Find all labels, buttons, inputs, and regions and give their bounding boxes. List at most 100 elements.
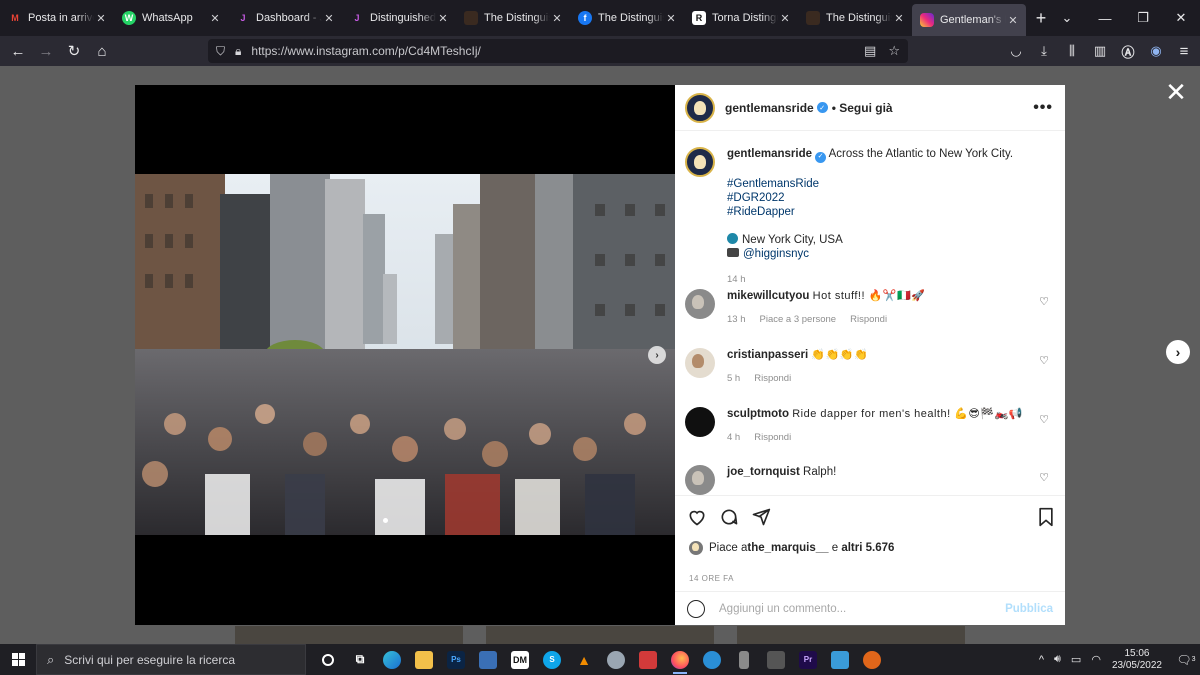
tab-distinguished-ge[interactable]: J Distinguished Ge ✕ (342, 0, 456, 36)
edge-icon[interactable] (376, 644, 408, 675)
close-tab-icon[interactable]: ✕ (664, 12, 678, 25)
tab-facebook[interactable]: f The Distinguishe ✕ (570, 0, 684, 36)
reply-button[interactable]: Rispondi (850, 314, 887, 325)
lock-icon[interactable]: 🔒︎ (235, 44, 241, 59)
avatar[interactable] (685, 289, 715, 319)
caption-username[interactable]: gentlemansride (727, 148, 812, 160)
close-tab-icon[interactable]: ✕ (94, 12, 108, 25)
hashtag-link[interactable]: #DGR2022 (727, 191, 1047, 205)
comment-username[interactable]: joe_tornquist (727, 466, 800, 478)
library-icon[interactable]: ⫼ (1058, 37, 1086, 65)
url-bar[interactable]: ⛉ 🔒︎ https://www.instagram.com/p/Cd4MTes… (208, 39, 908, 63)
sidebar-icon[interactable]: ▥ (1086, 37, 1114, 65)
battery-icon[interactable]: ▭ (1071, 653, 1081, 666)
close-tab-icon[interactable]: ✕ (550, 12, 564, 25)
dm-app-icon[interactable]: DM (504, 644, 536, 675)
pocket-icon[interactable]: ◡ (1002, 37, 1030, 65)
taskbar-search[interactable]: ⌕ Scrivi qui per eseguire la ricerca (36, 644, 306, 675)
comments-area[interactable]: gentlemansride ✓ Across the Atlantic to N… (675, 131, 1065, 495)
comment-bubble-icon[interactable] (719, 507, 739, 527)
close-tab-icon[interactable]: ✕ (1006, 14, 1020, 27)
app-icon[interactable] (760, 644, 792, 675)
avatar[interactable] (685, 92, 715, 123)
comment-likes[interactable]: Piace a 3 persone (760, 314, 837, 325)
comment-username[interactable]: cristianpasseri (727, 349, 808, 361)
avatar[interactable] (689, 541, 703, 555)
avatar[interactable] (685, 465, 715, 495)
reader-view-icon[interactable]: ▤ (864, 43, 876, 59)
avatar[interactable] (685, 407, 715, 437)
comment-input[interactable]: Aggiungi un commento... (719, 603, 1005, 615)
app-icon[interactable] (824, 644, 856, 675)
task-view-icon[interactable]: ⧉ (344, 644, 376, 675)
hashtag-link[interactable]: #RideDapper (727, 205, 1047, 219)
close-modal-icon[interactable]: ✕ (1162, 78, 1190, 106)
notifications-icon[interactable]: 🗨︎ 3 (1172, 644, 1200, 675)
likes-others-link[interactable]: altri 5.676 (841, 542, 894, 554)
like-comment-heart-icon[interactable]: ♡ (1039, 295, 1049, 308)
close-tab-icon[interactable]: ✕ (778, 12, 792, 25)
share-send-icon[interactable] (751, 507, 771, 527)
skype-icon[interactable]: S (536, 644, 568, 675)
minimize-icon[interactable]: — (1086, 0, 1124, 36)
tab-distinguished-2[interactable]: The Distinguishe ✕ (798, 0, 912, 36)
tab-whatsapp[interactable]: W WhatsApp ✕ (114, 0, 228, 36)
tab-torna[interactable]: R Torna Distinguish ✕ (684, 0, 798, 36)
extension-icon[interactable]: ◉ (1142, 37, 1170, 65)
comment-username[interactable]: sculptmoto (727, 408, 789, 420)
app-icon[interactable] (600, 644, 632, 675)
credit-link[interactable]: @higginsnyc (743, 248, 809, 260)
hashtag-link[interactable]: #GentlemansRide (727, 177, 1047, 191)
forward-icon[interactable]: → (32, 37, 60, 65)
windows-start-icon[interactable] (0, 644, 36, 675)
back-icon[interactable]: ← (4, 37, 32, 65)
file-explorer-icon[interactable] (408, 644, 440, 675)
tab-gmail[interactable]: M Posta in arrivo (1 ✕ (0, 0, 114, 36)
app-icon[interactable] (856, 644, 888, 675)
reply-button[interactable]: Rispondi (754, 432, 791, 443)
reply-button[interactable]: Rispondi (754, 373, 791, 384)
next-image-button[interactable]: › (648, 346, 666, 364)
calculator-icon[interactable] (472, 644, 504, 675)
comment-username[interactable]: mikewillcutyou (727, 290, 809, 302)
like-heart-icon[interactable] (687, 507, 707, 527)
taskbar-search-placeholder[interactable]: Scrivi qui per eseguire la ricerca (64, 653, 235, 667)
clock[interactable]: 15:06 23/05/2022 (1112, 648, 1162, 672)
close-tab-icon[interactable]: ✕ (322, 12, 336, 25)
vlc-icon[interactable]: ▲ (568, 644, 600, 675)
liker-username[interactable]: the_marquis__ (747, 542, 828, 554)
like-comment-heart-icon[interactable]: ♡ (1039, 354, 1049, 367)
emoji-smile-icon[interactable] (687, 599, 705, 618)
premiere-icon[interactable]: Pr (792, 644, 824, 675)
shield-icon[interactable]: ⛉ (216, 44, 225, 59)
firefox-icon[interactable] (664, 644, 696, 675)
close-window-icon[interactable]: ✕ (1162, 0, 1200, 36)
close-tab-icon[interactable]: ✕ (436, 12, 450, 25)
close-tab-icon[interactable]: ✕ (208, 12, 222, 25)
reload-icon[interactable]: ↻ (60, 37, 88, 65)
chevron-up-icon[interactable]: ^ (1039, 654, 1044, 666)
menu-icon[interactable]: ≡ (1170, 37, 1198, 65)
follow-status[interactable]: • Segui già (832, 101, 893, 115)
account-icon[interactable]: Ⓐ (1114, 37, 1142, 65)
post-username[interactable]: gentlemansride (725, 101, 814, 115)
chevron-down-icon[interactable]: ⌄ (1048, 0, 1086, 36)
next-post-button[interactable]: › (1166, 340, 1190, 364)
like-comment-heart-icon[interactable]: ♡ (1039, 471, 1049, 484)
download-icon[interactable]: ⤓ (1030, 37, 1058, 65)
cortana-icon[interactable] (312, 644, 344, 675)
tab-distinguished-1[interactable]: The Distinguishe ✕ (456, 0, 570, 36)
tab-dashboard[interactable]: J Dashboard - Jan ✕ (228, 0, 342, 36)
home-icon[interactable]: ⌂ (88, 37, 116, 65)
publish-button[interactable]: Pubblica (1005, 603, 1053, 615)
app-icon[interactable] (632, 644, 664, 675)
restore-icon[interactable]: ❐ (1124, 0, 1162, 36)
close-tab-icon[interactable]: ✕ (892, 12, 906, 25)
app-icon[interactable] (728, 644, 760, 675)
volume-icon[interactable]: 🔊︎ (1054, 653, 1061, 666)
photoshop-icon[interactable]: Ps (440, 644, 472, 675)
more-options-icon[interactable]: ••• (1033, 99, 1053, 117)
avatar[interactable] (685, 348, 715, 378)
app-icon[interactable] (696, 644, 728, 675)
tab-instagram[interactable]: Gentleman's Ride ✕ (912, 4, 1026, 36)
